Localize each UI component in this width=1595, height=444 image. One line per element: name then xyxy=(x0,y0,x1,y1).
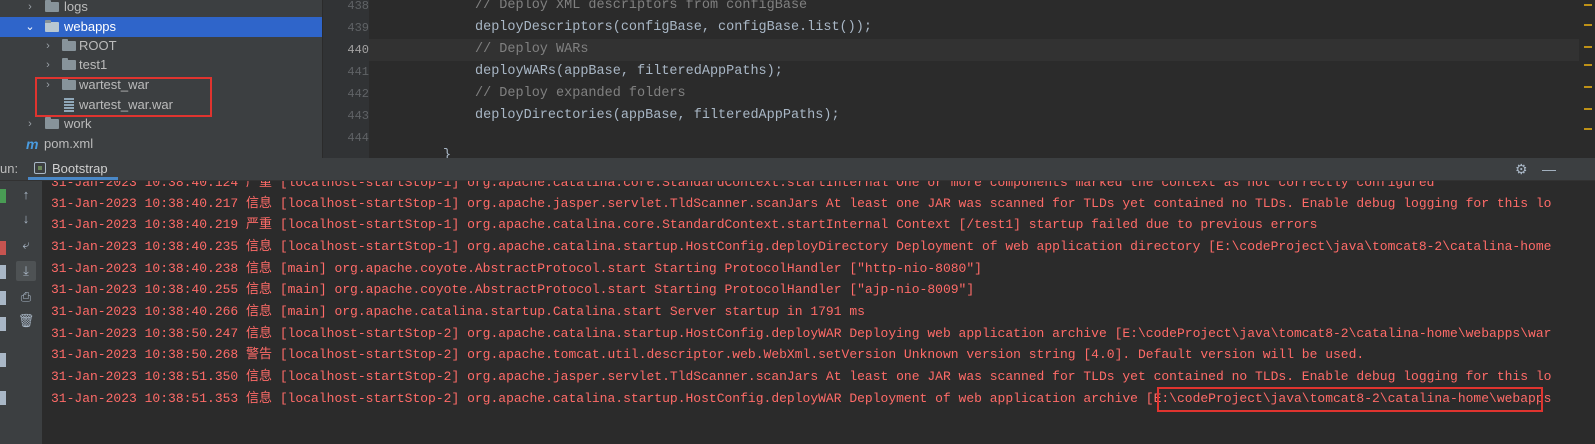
folder-icon xyxy=(62,58,76,70)
folder-icon xyxy=(45,117,59,129)
tree-item-label: test1 xyxy=(79,57,108,72)
code-line[interactable]: // Deploy expanded folders xyxy=(369,83,1579,105)
folder-icon xyxy=(45,20,59,32)
application-icon xyxy=(34,162,46,174)
warning-mark[interactable] xyxy=(1584,46,1592,48)
line-number: 439 xyxy=(347,21,369,35)
project-tree-panel: › logs ⌄ webapps › ROOT › test1 › wartes… xyxy=(0,0,322,158)
folder-icon xyxy=(62,39,76,51)
chevron-down-icon[interactable]: ⌄ xyxy=(24,17,36,37)
log-line: 31-Jan-2023 10:38:40.255 信息 [main] org.a… xyxy=(51,282,975,297)
warning-mark[interactable] xyxy=(1584,24,1592,26)
line-number: 443 xyxy=(347,109,369,123)
log-line: 31-Jan-2023 10:38:50.268 警告 [localhost-s… xyxy=(51,347,1365,362)
log-line: 31-Jan-2023 10:38:40.219 严重 [localhost-s… xyxy=(51,217,1318,232)
scroll-to-end-icon[interactable]: ⤓ xyxy=(16,261,36,281)
line-number: 440 xyxy=(347,43,369,57)
down-arrow-icon[interactable]: ↓ xyxy=(16,209,36,229)
log-line: 31-Jan-2023 10:38:40.235 信息 [localhost-s… xyxy=(51,239,1552,254)
gear-icon[interactable]: ⚙ xyxy=(1515,158,1528,180)
code-line[interactable]: deployDirectories(appBase, filteredAppPa… xyxy=(369,105,1579,127)
log-line: 31-Jan-2023 10:38:50.247 信息 [localhost-s… xyxy=(51,326,1552,341)
line-number: 438 xyxy=(347,0,369,13)
error-stripe[interactable] xyxy=(1579,0,1595,158)
tree-item-label: ROOT xyxy=(79,38,117,53)
tree-item-work[interactable]: › work xyxy=(0,114,322,134)
camera-icon[interactable] xyxy=(0,265,6,279)
code-text: // Deploy expanded folders xyxy=(475,86,686,101)
pin-icon[interactable] xyxy=(0,353,6,367)
closing-brace: } xyxy=(443,148,452,158)
layout-icon[interactable] xyxy=(0,291,6,305)
settings-small-icon[interactable] xyxy=(0,391,6,405)
minus-icon[interactable]: — xyxy=(1542,158,1556,180)
warning-mark[interactable] xyxy=(1584,4,1592,6)
code-text: deployDirectories(appBase, filteredAppPa… xyxy=(475,108,840,123)
console-output[interactable]: 31-Jan-2023 10:38:40.124 严重 [localhost-s… xyxy=(42,181,1595,444)
code-text: deployWARs(appBase, filteredAppPaths); xyxy=(475,64,783,79)
code-line[interactable]: // Deploy XML descriptors from configBas… xyxy=(369,0,1579,17)
tree-item-webapps[interactable]: ⌄ webapps xyxy=(0,17,322,37)
log-line: 31-Jan-2023 10:38:40.217 信息 [localhost-s… xyxy=(51,196,1552,211)
tree-item-pom-xml[interactable]: m pom.xml xyxy=(0,134,322,154)
print-icon[interactable]: ⎙ xyxy=(16,287,36,307)
line-number: 441 xyxy=(347,65,369,79)
run-label: un: xyxy=(0,161,19,176)
warning-mark[interactable] xyxy=(1584,128,1592,130)
code-line[interactable]: deployWARs(appBase, filteredAppPaths); xyxy=(369,61,1579,83)
chevron-right-icon[interactable]: › xyxy=(42,55,54,75)
soft-wrap-icon[interactable]: ⤶ xyxy=(16,235,36,255)
rerun-icon[interactable] xyxy=(0,189,6,203)
run-panel-header: un: Bootstrap ⚙ — xyxy=(0,158,1595,181)
line-number: 444 xyxy=(347,131,369,145)
folder-icon xyxy=(45,0,59,12)
tree-item-label: logs xyxy=(64,0,88,14)
tree-item-label: pom.xml xyxy=(44,136,94,151)
chevron-right-icon[interactable]: › xyxy=(42,36,54,56)
log-line: 31-Jan-2023 10:38:51.350 信息 [localhost-s… xyxy=(51,369,1552,384)
tab-bootstrap[interactable]: Bootstrap xyxy=(28,158,118,180)
up-arrow-icon[interactable]: ↑ xyxy=(16,185,36,205)
highlight-box xyxy=(35,77,212,117)
warning-mark[interactable] xyxy=(1584,86,1592,88)
line-number-gutter: 438 439 440 441 442 443 444 xyxy=(323,0,369,158)
maven-icon: m xyxy=(26,136,39,152)
trash-icon[interactable]: 🗑 xyxy=(16,311,36,331)
log-line: 31-Jan-2023 10:38:40.238 信息 [main] org.a… xyxy=(51,261,982,276)
warning-mark[interactable] xyxy=(1584,64,1592,66)
code-text: // Deploy WARs xyxy=(475,42,589,57)
tree-item-logs[interactable]: › logs xyxy=(0,0,322,17)
code-line[interactable]: } xyxy=(369,145,1579,158)
warning-mark[interactable] xyxy=(1584,108,1592,110)
tab-label: Bootstrap xyxy=(52,161,108,176)
code-editor[interactable]: 438 439 440 441 442 443 444 // Deploy XM… xyxy=(323,0,1595,158)
tree-item-test1[interactable]: › test1 xyxy=(0,55,322,75)
tree-item-label: work xyxy=(64,116,92,131)
copy-icon[interactable] xyxy=(0,317,6,331)
code-text: // Deploy XML descriptors from configBas… xyxy=(475,0,808,13)
log-line: 31-Jan-2023 10:38:40.266 信息 [main] org.a… xyxy=(51,304,865,319)
tree-item-label: webapps xyxy=(64,19,117,34)
chevron-right-icon[interactable]: › xyxy=(24,114,36,134)
log-line: 31-Jan-2023 10:38:40.124 严重 [localhost-s… xyxy=(51,181,1435,190)
line-number: 442 xyxy=(347,87,369,101)
highlight-box xyxy=(1157,387,1543,412)
chevron-right-icon[interactable]: › xyxy=(24,0,36,17)
code-line[interactable]: deployDescriptors(configBase, configBase… xyxy=(369,17,1579,39)
run-toolbar: ↑ ↓ ⤶ ⤓ ⎙ 🗑 xyxy=(0,181,42,444)
stop-icon[interactable] xyxy=(0,241,6,255)
code-text: deployDescriptors(configBase, configBase… xyxy=(475,20,872,35)
tree-item-root[interactable]: › ROOT xyxy=(0,36,322,56)
code-line-current[interactable]: // Deploy WARs xyxy=(369,39,1579,61)
